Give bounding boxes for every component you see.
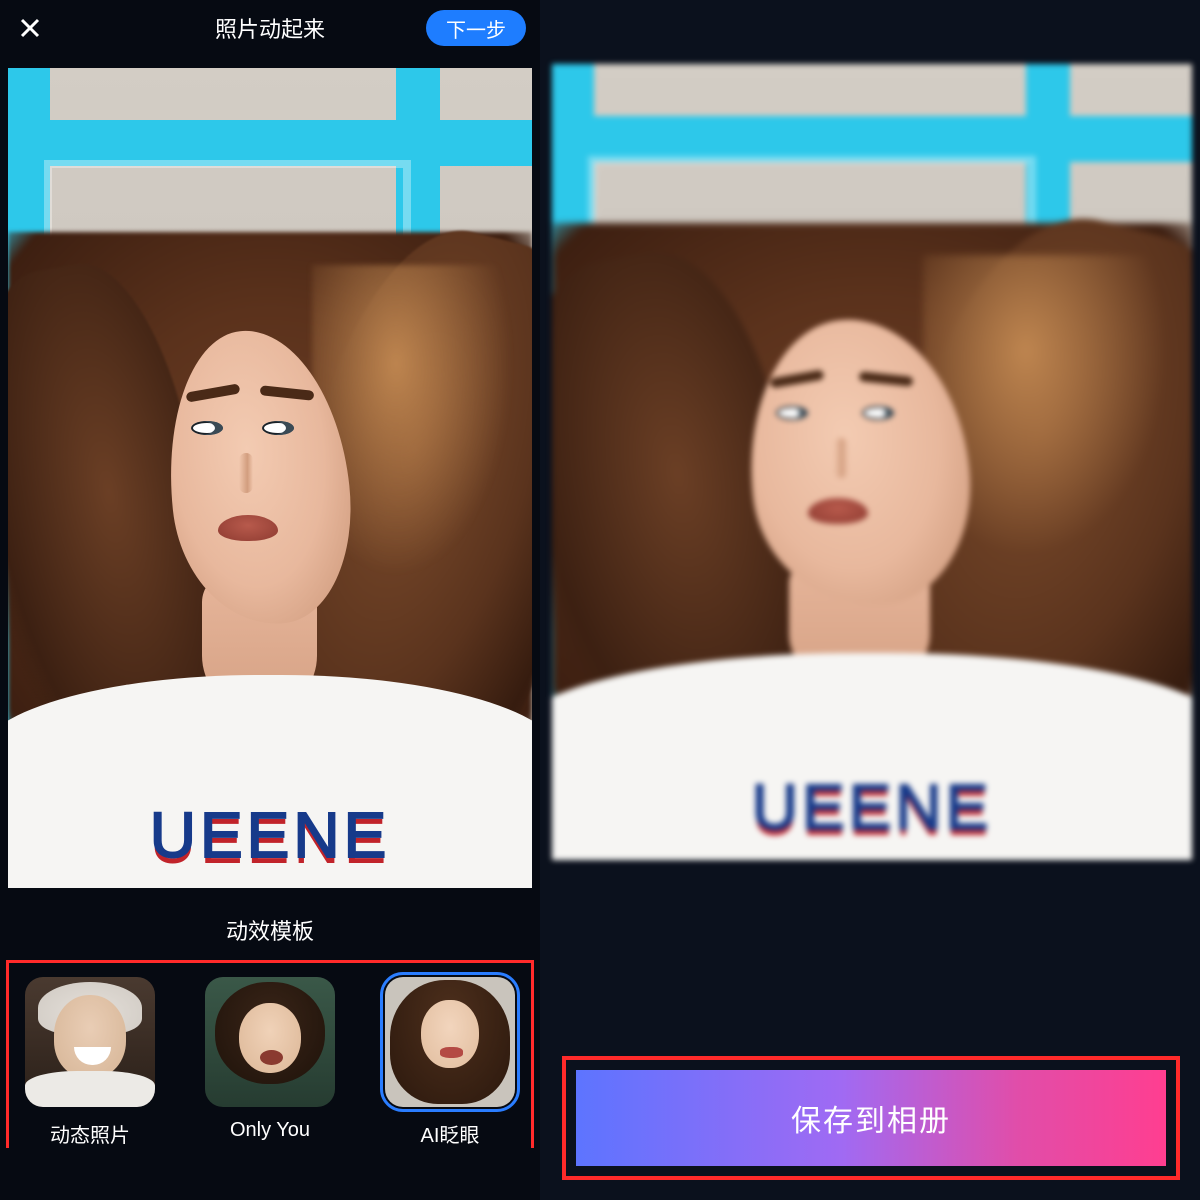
shirt-text: UEENE (752, 770, 993, 844)
result-canvas[interactable]: UEENE (552, 64, 1192, 860)
template-item-dynamic-photo[interactable]: 动态照片 (20, 977, 160, 1148)
templates-section-label: 动效模板 (0, 914, 540, 946)
template-label: AI眨眼 (421, 1119, 480, 1148)
photo-canvas[interactable]: UEENE (8, 68, 532, 888)
template-label: Only You (230, 1119, 310, 1142)
shirt-text: UEENE (150, 798, 391, 872)
template-item-ai-blink[interactable]: AI眨眼 (380, 977, 520, 1148)
save-area: 保存到相册 (562, 1056, 1180, 1200)
template-thumb (25, 977, 155, 1107)
close-button[interactable] (14, 12, 46, 44)
template-label: 动态照片 (50, 1119, 130, 1148)
editor-pane: 照片动起来 下一步 UEENE 动效模板 (0, 0, 540, 1200)
next-button[interactable]: 下一步 (426, 10, 526, 46)
save-highlight: 保存到相册 (562, 1056, 1180, 1180)
result-pane: UEENE 保存到相册 (540, 0, 1200, 1200)
template-thumb (385, 977, 515, 1107)
close-icon (19, 17, 41, 39)
save-to-album-button[interactable]: 保存到相册 (576, 1070, 1166, 1166)
result-canvas-wrap: UEENE (540, 0, 1200, 860)
header-bar: 照片动起来 下一步 (0, 0, 540, 56)
template-thumb (205, 977, 335, 1107)
template-row: 动态照片 Only You AI眨眼 (6, 960, 534, 1148)
template-item-only-you[interactable]: Only You (200, 977, 340, 1148)
canvas-wrap: UEENE (0, 56, 540, 888)
